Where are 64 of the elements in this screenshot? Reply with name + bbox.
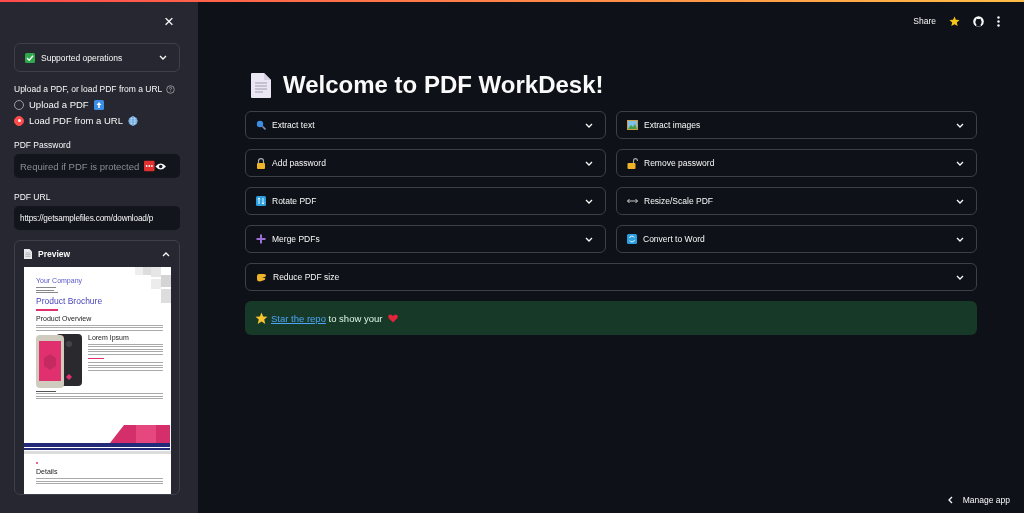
document-icon bbox=[24, 249, 32, 259]
chevron-icon bbox=[956, 236, 964, 242]
dots-icon bbox=[144, 160, 155, 172]
radio-group-label: Upload a PDF, or load PDF from a URL bbox=[14, 84, 163, 94]
brochure-title: Product Brochure bbox=[36, 296, 104, 306]
chevron-icon bbox=[162, 251, 170, 257]
chevron-left-icon bbox=[947, 496, 953, 504]
password-label: PDF Password bbox=[14, 140, 72, 150]
page-title: Welcome to PDF WorkDesk! bbox=[283, 71, 604, 99]
operation-expander[interactable]: Reduce PDF size bbox=[245, 263, 977, 291]
preview-expander[interactable]: Preview bbox=[24, 241, 170, 267]
chevron-icon bbox=[956, 160, 964, 166]
radio-option-label[interactable]: Upload a PDF bbox=[29, 99, 89, 110]
banner-message: Star the repo to show your bbox=[271, 312, 383, 324]
rotate-icon bbox=[256, 196, 266, 206]
chevron-icon bbox=[956, 198, 964, 204]
plus-icon bbox=[256, 234, 266, 244]
url-field[interactable]: https://getsamplefiles.com/download/p bbox=[14, 206, 180, 230]
accent-line-drawing bbox=[88, 357, 104, 359]
operation-expander[interactable]: Extract text bbox=[245, 111, 606, 139]
chevron-icon bbox=[956, 122, 964, 128]
share-button[interactable]: Share bbox=[913, 16, 936, 26]
help-icon bbox=[166, 84, 176, 94]
operation-expander[interactable]: Merge PDFs bbox=[245, 225, 606, 253]
radio-option-label[interactable]: Load PDF from a URL bbox=[29, 115, 123, 126]
date-line-drawing bbox=[36, 309, 58, 311]
document-icon bbox=[251, 72, 271, 98]
more-options-icon[interactable] bbox=[997, 15, 1000, 27]
operation-expander[interactable]: Add password bbox=[245, 149, 606, 177]
supported-operations-expander[interactable]: Supported operations bbox=[14, 43, 180, 72]
checkmark-icon bbox=[25, 52, 35, 63]
star-icon bbox=[255, 311, 268, 325]
url-input[interactable]: https://getsamplefiles.com/download/p bbox=[20, 213, 174, 223]
chevron-icon bbox=[956, 274, 964, 280]
lock-icon bbox=[256, 157, 266, 169]
password-field[interactable]: Required if PDF is protected bbox=[14, 154, 180, 178]
chevron-icon bbox=[585, 160, 593, 166]
operation-expander[interactable]: Remove password bbox=[616, 149, 977, 177]
show-password-icon[interactable] bbox=[154, 161, 166, 171]
up-arrow-icon bbox=[93, 99, 104, 110]
password-input[interactable]: Required if PDF is protected bbox=[20, 160, 142, 172]
star-icon[interactable] bbox=[949, 15, 960, 27]
chevron-icon bbox=[159, 55, 167, 60]
operation-expander[interactable]: Resize/Scale PDF bbox=[616, 187, 977, 215]
swap-icon bbox=[627, 234, 637, 244]
unlocked-padlock-icon bbox=[627, 157, 638, 169]
operation-expander[interactable]: Rotate PDF bbox=[245, 187, 606, 215]
address-lines-drawing bbox=[36, 287, 58, 293]
manage-app-button[interactable]: Manage app bbox=[947, 495, 1010, 505]
picture-icon bbox=[627, 120, 638, 130]
magnifier-icon bbox=[256, 120, 266, 130]
chevron-icon bbox=[585, 198, 593, 204]
left-right-arrow-icon bbox=[627, 198, 638, 204]
chevron-icon bbox=[585, 122, 593, 128]
heart-icon bbox=[388, 313, 399, 323]
star-repo-link[interactable]: Star the repo bbox=[271, 312, 326, 324]
radio-button[interactable] bbox=[14, 115, 24, 126]
globe-icon bbox=[128, 115, 138, 126]
phone-drawing bbox=[36, 333, 84, 388]
close-button[interactable]: × bbox=[164, 12, 174, 32]
operation-expander[interactable]: Convert to Word bbox=[616, 225, 977, 253]
operation-expander[interactable]: Extract images bbox=[616, 111, 977, 139]
url-label: PDF URL bbox=[14, 192, 52, 202]
chevron-icon bbox=[585, 236, 593, 242]
